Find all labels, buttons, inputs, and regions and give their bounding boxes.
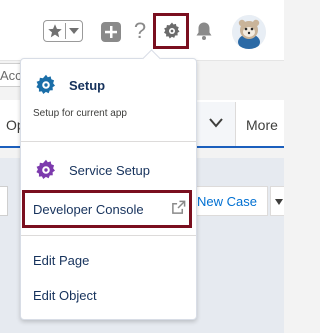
chevron-down-icon <box>209 118 223 128</box>
nav-item-dropdown-button[interactable] <box>196 102 236 146</box>
star-icon[interactable] <box>46 22 64 40</box>
setup-subtitle: Setup for current app <box>33 108 127 119</box>
setup-gear-icon <box>36 74 55 94</box>
nav-more-button[interactable]: More <box>246 117 278 133</box>
more-actions-button[interactable] <box>270 186 284 216</box>
menu-item-developer-console[interactable]: Developer Console <box>33 202 144 217</box>
menu-item-service-setup[interactable]: Service Setup <box>69 163 150 178</box>
avatar[interactable] <box>232 15 266 49</box>
menu-item-edit-object[interactable]: Edit Object <box>33 288 97 303</box>
astro-avatar-icon <box>232 15 266 49</box>
menu-item-edit-page[interactable]: Edit Page <box>33 253 89 268</box>
bell-icon[interactable] <box>194 21 214 41</box>
menu-divider <box>21 235 196 236</box>
help-icon[interactable]: ? <box>132 17 148 45</box>
chevron-down-icon[interactable] <box>68 27 80 35</box>
chevron-down-icon <box>275 199 283 205</box>
new-case-label: New Case <box>197 194 257 209</box>
favorites-divider <box>65 23 66 39</box>
menu-item-setup[interactable]: Setup <box>69 78 105 93</box>
service-setup-gear-icon <box>36 159 55 179</box>
favorites-button-group[interactable] <box>43 20 83 42</box>
setup-dropdown-menu <box>20 58 197 320</box>
gear-icon[interactable] <box>162 21 182 41</box>
list-control[interactable] <box>0 186 8 216</box>
new-case-button[interactable]: New Case <box>194 186 268 216</box>
external-link-icon[interactable] <box>171 200 186 215</box>
menu-divider <box>21 141 196 142</box>
plus-icon[interactable] <box>101 22 121 42</box>
